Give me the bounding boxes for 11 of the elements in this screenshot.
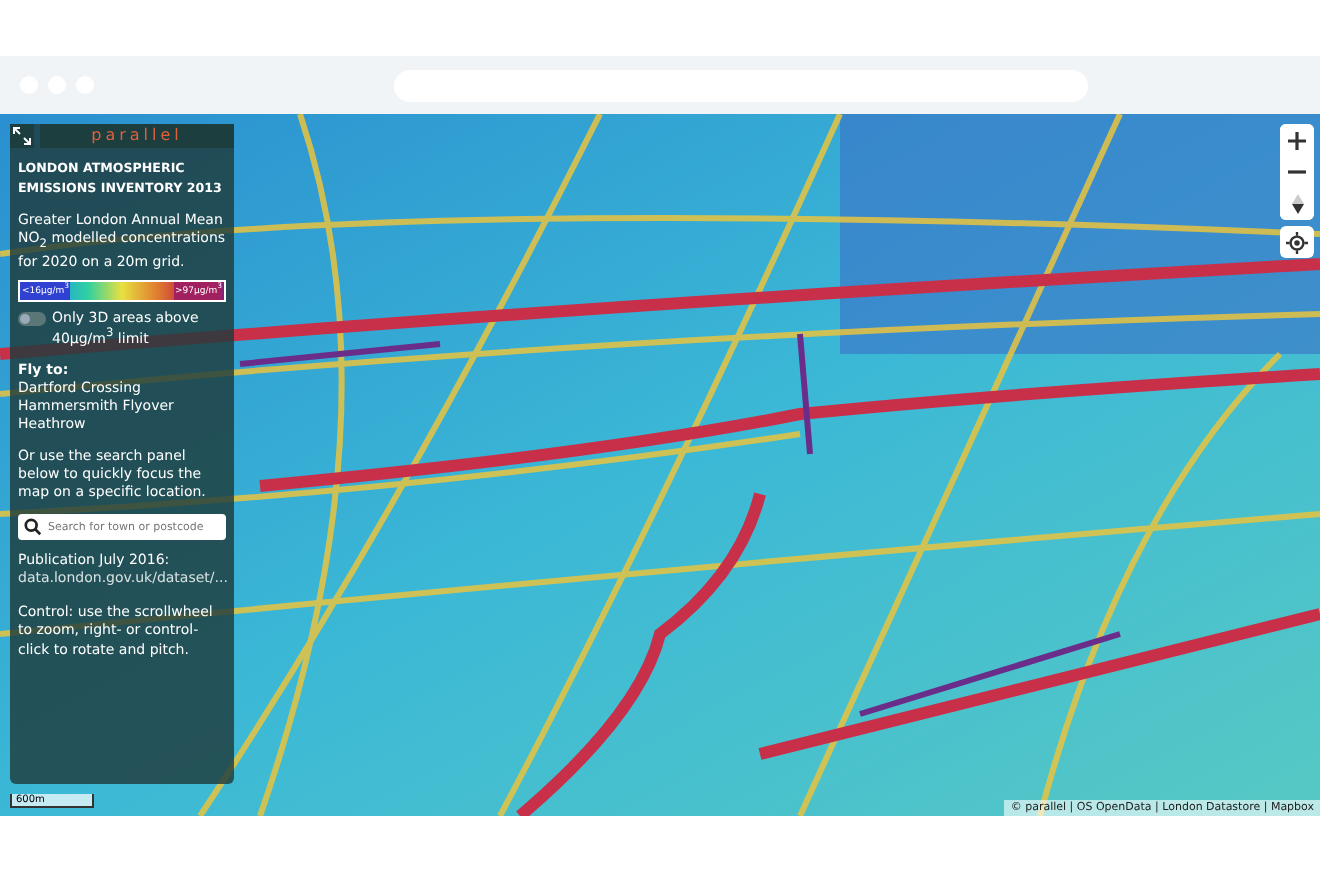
search-icon — [24, 518, 42, 537]
logo: parallel — [40, 124, 234, 149]
zoom-in-button[interactable] — [1280, 124, 1314, 156]
locate-button[interactable] — [1280, 226, 1314, 258]
minus-icon — [1288, 170, 1306, 174]
locate-icon — [1286, 231, 1308, 253]
plus-icon — [1288, 131, 1306, 149]
compass-icon — [1291, 194, 1303, 214]
expand-icon[interactable] — [10, 124, 34, 149]
toggle-switch[interactable] — [18, 312, 46, 327]
compass-button[interactable] — [1280, 188, 1314, 220]
